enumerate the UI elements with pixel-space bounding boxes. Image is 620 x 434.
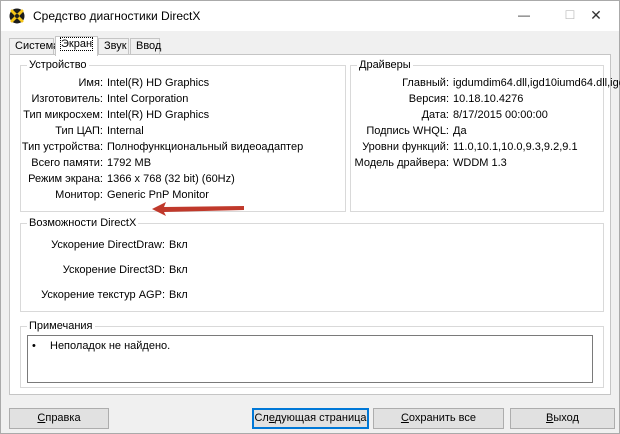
device-group-title: Устройство <box>27 59 89 71</box>
device-row-name: Имя: Intel(R) HD Graphics <box>21 76 341 90</box>
row-label: Всего памяти: <box>31 157 103 169</box>
driver-row-main: Главный: igdumdim64.dll,igd10iumd64.dll,… <box>351 76 620 90</box>
label-rest: правка <box>45 412 81 424</box>
device-row-device-type: Тип устройства: Полнофункциональный виде… <box>21 140 341 154</box>
driver-row-date: Дата: 8/17/2015 00:00:00 <box>351 108 603 122</box>
notes-textbox[interactable]: • Неполадок не найдено. <box>27 335 593 383</box>
drivers-group: Драйверы Главный: igdumdim64.dll,igd10iu… <box>350 59 620 212</box>
tab-label: Ввод <box>136 40 162 52</box>
row-label: Ускорение Direct3D: <box>62 264 165 276</box>
notes-group: Примечания • Неполадок не найдено. <box>20 320 604 388</box>
notes-group-title: Примечания <box>27 320 95 332</box>
feature-row-directdraw: Ускорение DirectDraw: Вкл <box>21 238 321 252</box>
device-row-chip-type: Тип микросхем: Intel(R) HD Graphics <box>21 108 341 122</box>
bullet-icon: • <box>32 340 36 352</box>
annotation-arrow-icon <box>152 202 244 216</box>
exit-button[interactable]: Выход <box>510 408 615 429</box>
display-tab-panel: Устройство Имя: Intel(R) HD Graphics Изг… <box>9 54 620 395</box>
label-part: дующая страница <box>274 412 367 424</box>
directx-features-group: Возможности DirectX Ускорение DirectDraw… <box>20 217 604 312</box>
help-button-label: Справка <box>37 412 80 424</box>
row-label: Тип микросхем: <box>23 109 103 121</box>
next-page-button[interactable]: Следующая страница <box>252 408 369 429</box>
row-label: Ускорение текстур AGP: <box>41 289 165 301</box>
row-label: Тип устройства: <box>21 141 103 153</box>
row-value: WDDM 1.3 <box>453 157 507 169</box>
minimize-button[interactable]: — <box>501 1 547 31</box>
label-part: Сл <box>254 412 269 424</box>
driver-row-whql: Подпись WHQL: Да <box>351 124 603 138</box>
label-part: ыход <box>553 412 579 424</box>
row-label: Тип ЦАП: <box>55 125 103 137</box>
row-value: 1366 x 768 (32 bit) (60Hz) <box>107 173 235 185</box>
row-value: Intel(R) HD Graphics <box>107 109 210 121</box>
dxdiag-window: Средство диагностики DirectX — ☐ ✕ Систе… <box>0 0 620 434</box>
row-value: Полнофункциональный видеоадаптер <box>107 141 304 153</box>
window-title: Средство диагностики DirectX <box>33 9 201 23</box>
tab-input[interactable]: Ввод <box>130 38 162 55</box>
device-row-display-mode: Режим экрана: 1366 x 768 (32 bit) (60Hz) <box>21 172 341 186</box>
row-label: Изготовитель: <box>31 93 104 105</box>
tab-sound[interactable]: Звук <box>98 38 129 55</box>
driver-row-feature-levels: Уровни функций: 11.0,10.1,10.0,9.3,9.2,9… <box>351 140 603 154</box>
row-label: Уровни функций: <box>362 141 449 153</box>
help-button[interactable]: Справка <box>9 408 109 429</box>
row-label: Ускорение DirectDraw: <box>51 239 165 251</box>
row-value: Generic PnP Monitor <box>107 189 209 201</box>
row-value: 10.18.10.4276 <box>453 93 524 105</box>
tab-label: Система <box>15 40 60 52</box>
row-label: Режим экрана: <box>28 173 103 185</box>
tab-system[interactable]: Система <box>9 38 59 55</box>
row-label: Версия: <box>408 93 449 105</box>
features-group-title: Возможности DirectX <box>27 217 139 229</box>
save-all-info-button[interactable]: Сохранить все сведения... <box>373 408 504 434</box>
device-row-total-memory: Всего памяти: 1792 MB <box>21 156 341 170</box>
tab-label: Экран <box>59 37 94 51</box>
row-value: 1792 MB <box>107 157 152 169</box>
title-bar[interactable]: Средство диагностики DirectX — ☐ ✕ <box>1 1 619 31</box>
row-value: Вкл <box>169 289 188 301</box>
row-value: Вкл <box>169 239 188 251</box>
row-label: Имя: <box>78 77 103 89</box>
device-row-dac-type: Тип ЦАП: Internal <box>21 124 341 138</box>
device-row-manufacturer: Изготовитель: Intel Corporation <box>21 92 341 106</box>
row-value: Вкл <box>169 264 188 276</box>
row-value: igdumdim64.dll,igd10iumd64.dll,igd10 <box>453 77 620 89</box>
tab-label: Звук <box>104 40 127 52</box>
feature-row-direct3d: Ускорение Direct3D: Вкл <box>21 263 321 277</box>
driver-row-version: Версия: 10.18.10.4276 <box>351 92 603 106</box>
device-group: Устройство Имя: Intel(R) HD Graphics Изг… <box>20 59 346 212</box>
notes-text: Неполадок не найдено. <box>50 340 171 352</box>
row-value: Да <box>453 125 467 137</box>
row-value: Intel(R) HD Graphics <box>107 77 210 89</box>
row-label: Подпись WHQL: <box>366 125 449 137</box>
row-value: 8/17/2015 00:00:00 <box>453 109 548 121</box>
tab-display[interactable]: Экран <box>55 36 98 56</box>
label-part: охранить все сведения... <box>408 412 477 434</box>
row-value: Internal <box>107 125 144 137</box>
close-button[interactable]: ✕ <box>573 1 619 31</box>
directx-icon <box>9 8 25 24</box>
next-page-button-label: Следующая страница <box>254 412 366 424</box>
driver-row-model: Модель драйвера: WDDM 1.3 <box>351 156 603 170</box>
row-label: Дата: <box>421 109 449 121</box>
feature-row-agp: Ускорение текстур AGP: Вкл <box>21 288 321 302</box>
row-label: Модель драйвера: <box>354 157 449 169</box>
row-value: Intel Corporation <box>107 93 189 105</box>
drivers-group-title: Драйверы <box>357 59 413 71</box>
device-row-monitor: Монитор: Generic PnP Monitor <box>21 188 341 202</box>
exit-button-label: Выход <box>546 412 579 424</box>
save-button-label: Сохранить все сведения... <box>401 412 476 434</box>
row-label: Главный: <box>402 77 449 89</box>
row-label: Монитор: <box>55 189 103 201</box>
row-value: 11.0,10.1,10.0,9.3,9.2,9.1 <box>453 141 578 153</box>
notes-list-item: • Неполадок не найдено. <box>32 340 170 352</box>
mnemonic: С <box>400 412 409 424</box>
